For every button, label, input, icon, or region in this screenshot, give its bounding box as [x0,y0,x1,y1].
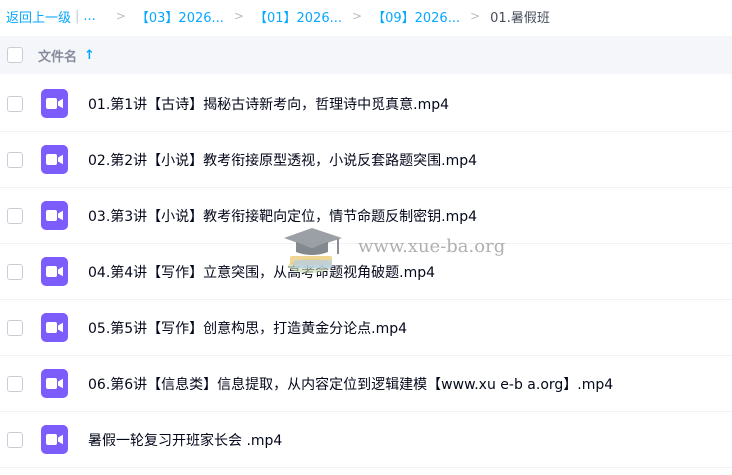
row-checkbox[interactable] [7,319,23,336]
file-row[interactable]: 02.第2讲【小说】教考衔接原型透视，小说反套路题突围.mp4 [0,132,732,188]
row-checkbox[interactable] [7,95,23,112]
file-name[interactable]: 02.第2讲【小说】教考衔接原型透视，小说反套路题突围.mp4 [88,150,477,170]
video-file-icon [41,89,68,118]
file-name[interactable]: 01.第1讲【古诗】揭秘古诗新考向，哲理诗中觅真意.mp4 [88,94,449,114]
file-row[interactable]: 04.第4讲【写作】立意突围，从高考命题视角破题.mp4 [0,244,732,300]
chevron-right-icon: > [470,9,481,23]
row-checkbox[interactable] [7,263,23,280]
row-checkbox[interactable] [7,431,23,448]
select-all-checkbox[interactable] [7,47,23,63]
file-row[interactable]: 03.第3讲【小说】教考衔接靶向定位，情节命题反制密钥.mp4 [0,188,732,244]
file-row[interactable]: 01.第1讲【古诗】揭秘古诗新考向，哲理诗中觅真意.mp4 [0,76,732,132]
breadcrumb-current: 01.暑假班 [490,10,550,26]
file-name[interactable]: 04.第4讲【写作】立意突围，从高考命题视角破题.mp4 [88,262,435,282]
sort-ascending-icon[interactable]: ↑ [84,48,95,63]
file-name[interactable]: 暑假一轮复习开班家长会 .mp4 [88,430,282,450]
row-checkbox[interactable] [7,207,23,224]
file-name[interactable]: 06.第6讲【信息类】信息提取，从内容定位到逻辑建模【www.xu e-b a.… [88,374,613,394]
breadcrumb-item-1[interactable]: 【03】2026... [136,7,224,26]
breadcrumb-item-2[interactable]: 【01】2026... [254,7,342,26]
file-list: 01.第1讲【古诗】揭秘古诗新考向，哲理诗中觅真意.mp4 02.第2讲【小说】… [0,76,732,468]
video-file-icon [41,145,68,174]
file-row[interactable]: 06.第6讲【信息类】信息提取，从内容定位到逻辑建模【www.xu e-b a.… [0,356,732,412]
file-name[interactable]: 03.第3讲【小说】教考衔接靶向定位，情节命题反制密钥.mp4 [88,206,477,226]
chevron-right-icon: > [115,9,126,23]
breadcrumb-divider: | [75,8,80,24]
video-file-icon [41,425,68,454]
video-file-icon [41,369,68,398]
row-checkbox[interactable] [7,375,23,392]
file-row[interactable]: 05.第5讲【写作】创意构思，打造黄金分论点.mp4 [0,300,732,356]
file-row[interactable]: 暑假一轮复习开班家长会 .mp4 [0,412,732,468]
row-checkbox[interactable] [7,151,23,168]
chevron-right-icon: > [352,9,363,23]
file-name[interactable]: 05.第5讲【写作】创意构思，打造黄金分论点.mp4 [88,318,407,338]
file-list-header: 文件名 ↑ [0,36,732,74]
back-link[interactable]: 返回上一级 [6,7,71,26]
chevron-right-icon: > [233,9,244,23]
breadcrumb: 返回上一级 | ... > 【03】2026... > 【01】2026... … [0,0,732,32]
filename-column-header[interactable]: 文件名 [38,46,77,65]
video-file-icon [41,257,68,286]
breadcrumb-item-3[interactable]: 【09】2026... [372,7,460,26]
video-file-icon [41,201,68,230]
video-file-icon [41,313,68,342]
breadcrumb-ellipsis[interactable]: ... [83,9,95,24]
